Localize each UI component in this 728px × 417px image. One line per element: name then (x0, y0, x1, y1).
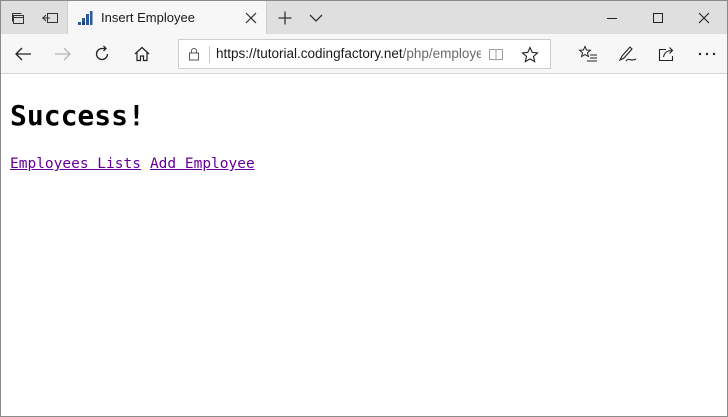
page-heading: Success! (10, 99, 145, 132)
tab-list-chevron-icon[interactable] (300, 1, 332, 34)
page-content: Success! Employees Lists Add Employee (1, 75, 727, 416)
pen-icon[interactable] (608, 34, 648, 74)
employees-lists-link[interactable]: Employees Lists (10, 156, 141, 172)
forward-icon[interactable] (43, 34, 83, 74)
home-icon[interactable] (122, 34, 162, 74)
tabs-aside-icon[interactable] (2, 1, 34, 34)
reading-view-icon[interactable] (487, 46, 505, 64)
address-separator (209, 46, 210, 63)
tab-insert-employee[interactable]: Insert Employee (67, 1, 267, 35)
lock-icon[interactable] (186, 46, 202, 62)
favorite-star-icon[interactable] (520, 45, 540, 65)
title-bar: Insert Employee (1, 1, 727, 35)
favorites-hub-icon[interactable] (568, 34, 608, 74)
new-tab-icon[interactable] (269, 1, 301, 34)
more-icon[interactable] (687, 34, 727, 74)
back-icon[interactable] (3, 34, 43, 74)
close-window-icon[interactable] (681, 1, 727, 34)
navigation-bar: https://tutorial.codingfactory.net/php/e… (1, 34, 727, 74)
browser-window: Insert Employee https://tutorial.codingf… (0, 0, 728, 417)
site-favicon-icon (77, 10, 93, 26)
page-links: Employees Lists Add Employee (10, 156, 255, 172)
minimize-icon[interactable] (589, 1, 635, 34)
url-host: https://tutorial.codingfactory.net (216, 46, 403, 61)
tab-preview-icon[interactable] (34, 1, 66, 34)
url-path: /php/employee (402, 46, 481, 61)
tab-title: Insert Employee (101, 10, 195, 25)
refresh-icon[interactable] (82, 34, 122, 74)
address-bar[interactable]: https://tutorial.codingfactory.net/php/e… (178, 39, 551, 69)
add-employee-link[interactable]: Add Employee (150, 156, 255, 172)
url-text[interactable]: https://tutorial.codingfactory.net/php/e… (216, 46, 481, 64)
maximize-icon[interactable] (635, 1, 681, 34)
close-tab-icon[interactable] (242, 9, 260, 27)
share-icon[interactable] (647, 34, 687, 74)
